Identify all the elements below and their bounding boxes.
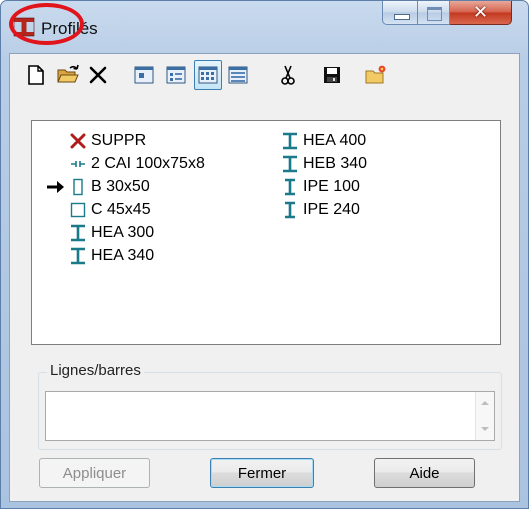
minimize-button[interactable] (382, 1, 418, 25)
highlight-annotation (9, 3, 84, 45)
scroll-down-icon[interactable] (481, 427, 489, 431)
profile-label: HEB 340 (303, 155, 368, 172)
lines-bars-field[interactable] (45, 391, 495, 441)
open-button[interactable] (54, 60, 82, 90)
help-button[interactable]: Aide (374, 458, 475, 488)
cut-button[interactable] (274, 60, 302, 90)
scissors-icon (281, 65, 295, 85)
profile-item-hea300[interactable]: HEA 300 (69, 222, 154, 244)
list-view-icon (198, 66, 218, 84)
close-button[interactable]: Fermer (210, 458, 314, 488)
profile-label: HEA 340 (91, 247, 155, 264)
profile-label: HEA 300 (91, 224, 155, 241)
square-section-icon (69, 201, 87, 219)
delete-x-icon (69, 132, 87, 150)
selection-arrow-icon (46, 176, 66, 203)
lines-bars-label: Lignes/barres (47, 362, 144, 379)
close-icon: ✕ (472, 2, 489, 23)
close-window-button[interactable]: ✕ (450, 1, 512, 25)
delete-button[interactable] (84, 60, 112, 90)
profile-label: 2 CAI 100x75x8 (91, 155, 205, 172)
large-icons-view-icon (134, 66, 154, 84)
profile-item-b30x50[interactable]: B 30x50 (47, 176, 150, 198)
lines-bars-group: Lignes/barres (38, 362, 502, 450)
profile-item-suppr[interactable]: SUPPR (69, 130, 146, 152)
save-button[interactable] (318, 60, 346, 90)
i-beam-icon (69, 224, 87, 242)
view-details-button[interactable] (224, 60, 252, 90)
profile-item-hea400[interactable]: HEA 400 (281, 130, 366, 152)
lines-bars-scrollbar[interactable] (475, 392, 494, 440)
profile-item-ipe240[interactable]: IPE 240 (281, 199, 360, 221)
profile-label: SUPPR (91, 132, 147, 149)
i-beam-icon (281, 132, 299, 150)
new-document-icon (28, 65, 44, 85)
double-angle-icon (69, 155, 87, 173)
profile-label: IPE 100 (303, 178, 360, 195)
profiles-dialog: Profilés ✕ SUPPR 2 CAI 100x75x8 B 30x50 … (0, 0, 529, 509)
open-folder-icon (57, 64, 79, 83)
i-beam-icon (281, 155, 299, 173)
caption-buttons: ✕ (382, 1, 512, 31)
i-beam-icon (281, 178, 299, 196)
profile-item-c45x45[interactable]: C 45x45 (69, 199, 151, 221)
dialog-client-area: SUPPR 2 CAI 100x75x8 B 30x50 C 45x45 HEA… (9, 53, 520, 502)
profiles-list[interactable]: SUPPR 2 CAI 100x75x8 B 30x50 C 45x45 HEA… (31, 120, 501, 345)
delete-x-icon (89, 66, 107, 84)
profile-item-2cai[interactable]: 2 CAI 100x75x8 (69, 153, 205, 175)
folder-star-icon (365, 65, 386, 84)
profile-label: HEA 400 (303, 132, 367, 149)
floppy-disk-icon (324, 67, 340, 83)
profile-item-hea340[interactable]: HEA 340 (69, 245, 154, 267)
profile-label: B 30x50 (91, 178, 150, 195)
i-beam-icon (281, 201, 299, 219)
profile-label: C 45x45 (91, 201, 151, 218)
profile-item-heb340[interactable]: HEB 340 (281, 153, 367, 175)
details-view-icon (228, 66, 248, 84)
view-small-icons-button[interactable] (162, 60, 190, 90)
apply-button[interactable]: Appliquer (39, 458, 150, 488)
small-icons-view-icon (166, 66, 186, 84)
scroll-up-icon[interactable] (481, 401, 489, 405)
i-beam-icon (69, 247, 87, 265)
new-button[interactable] (22, 60, 50, 90)
view-large-icons-button[interactable] (130, 60, 158, 90)
maximize-button[interactable] (418, 1, 450, 25)
profile-item-ipe100[interactable]: IPE 100 (281, 176, 360, 198)
folder-options-button[interactable] (362, 60, 390, 90)
profile-label: IPE 240 (303, 201, 360, 218)
view-list-button[interactable] (194, 60, 222, 90)
rectangle-section-icon (69, 178, 87, 196)
